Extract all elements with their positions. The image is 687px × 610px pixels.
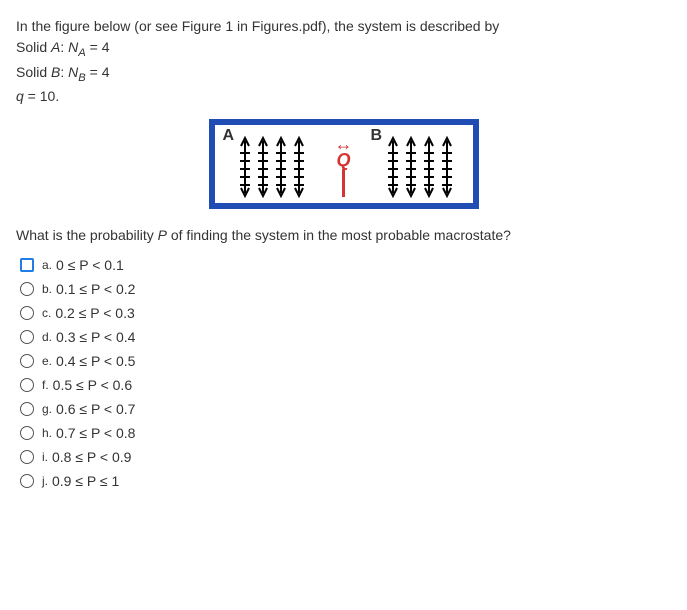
solid-b-word: Solid <box>16 64 51 80</box>
figure-container: A ↔ Q B <box>16 119 671 209</box>
radio-button[interactable] <box>20 306 34 320</box>
oscillators-a-icon <box>225 131 315 201</box>
option-letter: b. <box>42 282 52 296</box>
solid-a-colon: : <box>60 39 68 55</box>
q-var: q <box>16 88 24 104</box>
option-letter: g. <box>42 402 52 416</box>
intro-line1: In the figure below (or see Figure 1 in … <box>16 16 671 37</box>
option-letter: i. <box>42 450 48 464</box>
option-row[interactable]: e. 0.4 ≤ P < 0.5 <box>20 353 671 369</box>
intro-solid-b: Solid B: NB = 4 <box>16 62 671 87</box>
option-row[interactable]: f. 0.5 ≤ P < 0.6 <box>20 377 671 393</box>
options-group: a. 0 ≤ P < 0.1 b. 0.1 ≤ P < 0.2 c. 0.2 ≤ P < … <box>20 257 671 489</box>
q-eq: = 10. <box>24 88 59 104</box>
solid-b-var: B <box>51 64 60 80</box>
option-letter: f. <box>42 378 49 392</box>
option-row[interactable]: b. 0.1 ≤ P < 0.2 <box>20 281 671 297</box>
radio-button[interactable] <box>20 426 34 440</box>
solid-a-word: Solid <box>16 39 51 55</box>
option-text: 0.7 ≤ P < 0.8 <box>56 425 135 441</box>
solid-b-sub: B <box>78 71 85 83</box>
solid-a-block: A <box>225 131 315 201</box>
radio-button[interactable] <box>20 474 34 488</box>
option-text: 0.4 ≤ P < 0.5 <box>56 353 135 369</box>
option-letter: e. <box>42 354 52 368</box>
intro-solid-a: Solid A: NA = 4 <box>16 37 671 62</box>
question-prefix: What is the probability <box>16 227 158 243</box>
option-letter: d. <box>42 330 52 344</box>
solid-a-eq: = 4 <box>86 39 110 55</box>
question-suffix: of finding the system in the most probab… <box>167 227 511 243</box>
label-b: B <box>371 127 383 145</box>
radio-button[interactable] <box>20 258 34 272</box>
option-row[interactable]: h. 0.7 ≤ P < 0.8 <box>20 425 671 441</box>
intro-q-line: q = 10. <box>16 86 671 107</box>
option-letter: a. <box>42 258 52 272</box>
option-text: 0.3 ≤ P < 0.4 <box>56 329 135 345</box>
option-text: 0.5 ≤ P < 0.6 <box>53 377 132 393</box>
option-letter: c. <box>42 306 51 320</box>
option-text: 0.6 ≤ P < 0.7 <box>56 401 135 417</box>
solid-a-N: N <box>68 39 78 55</box>
question-text: What is the probability P of finding the… <box>16 227 671 243</box>
option-row[interactable]: j. 0.9 ≤ P ≤ 1 <box>20 473 671 489</box>
option-row[interactable]: c. 0.2 ≤ P < 0.3 <box>20 305 671 321</box>
radio-button[interactable] <box>20 450 34 464</box>
radio-button[interactable] <box>20 330 34 344</box>
divider-line-icon <box>342 169 345 197</box>
option-row[interactable]: d. 0.3 ≤ P < 0.4 <box>20 329 671 345</box>
option-text: 0 ≤ P < 0.1 <box>56 257 124 273</box>
option-text: 0.8 ≤ P < 0.9 <box>52 449 131 465</box>
option-text: 0.1 ≤ P < 0.2 <box>56 281 135 297</box>
solid-b-block: B <box>373 131 463 201</box>
radio-button[interactable] <box>20 378 34 392</box>
radio-button[interactable] <box>20 354 34 368</box>
solid-b-colon: : <box>60 64 68 80</box>
exchange-q-label: Q <box>335 151 353 169</box>
figure-frame: A ↔ Q B <box>209 119 479 209</box>
oscillators-b-icon <box>373 131 463 201</box>
heat-exchange-divider: ↔ Q <box>340 131 348 201</box>
option-letter: h. <box>42 426 52 440</box>
radio-button[interactable] <box>20 402 34 416</box>
option-row[interactable]: i. 0.8 ≤ P < 0.9 <box>20 449 671 465</box>
problem-intro: In the figure below (or see Figure 1 in … <box>16 16 671 107</box>
option-row[interactable]: g. 0.6 ≤ P < 0.7 <box>20 401 671 417</box>
solid-a-sub: A <box>78 47 85 59</box>
option-text: 0.2 ≤ P < 0.3 <box>55 305 134 321</box>
option-row[interactable]: a. 0 ≤ P < 0.1 <box>20 257 671 273</box>
option-letter: j. <box>42 474 48 488</box>
solid-b-eq: = 4 <box>86 64 110 80</box>
question-P: P <box>158 227 167 243</box>
option-text: 0.9 ≤ P ≤ 1 <box>52 473 119 489</box>
radio-button[interactable] <box>20 282 34 296</box>
solid-a-var: A <box>51 39 60 55</box>
solid-b-N: N <box>68 64 78 80</box>
label-a: A <box>223 127 235 145</box>
